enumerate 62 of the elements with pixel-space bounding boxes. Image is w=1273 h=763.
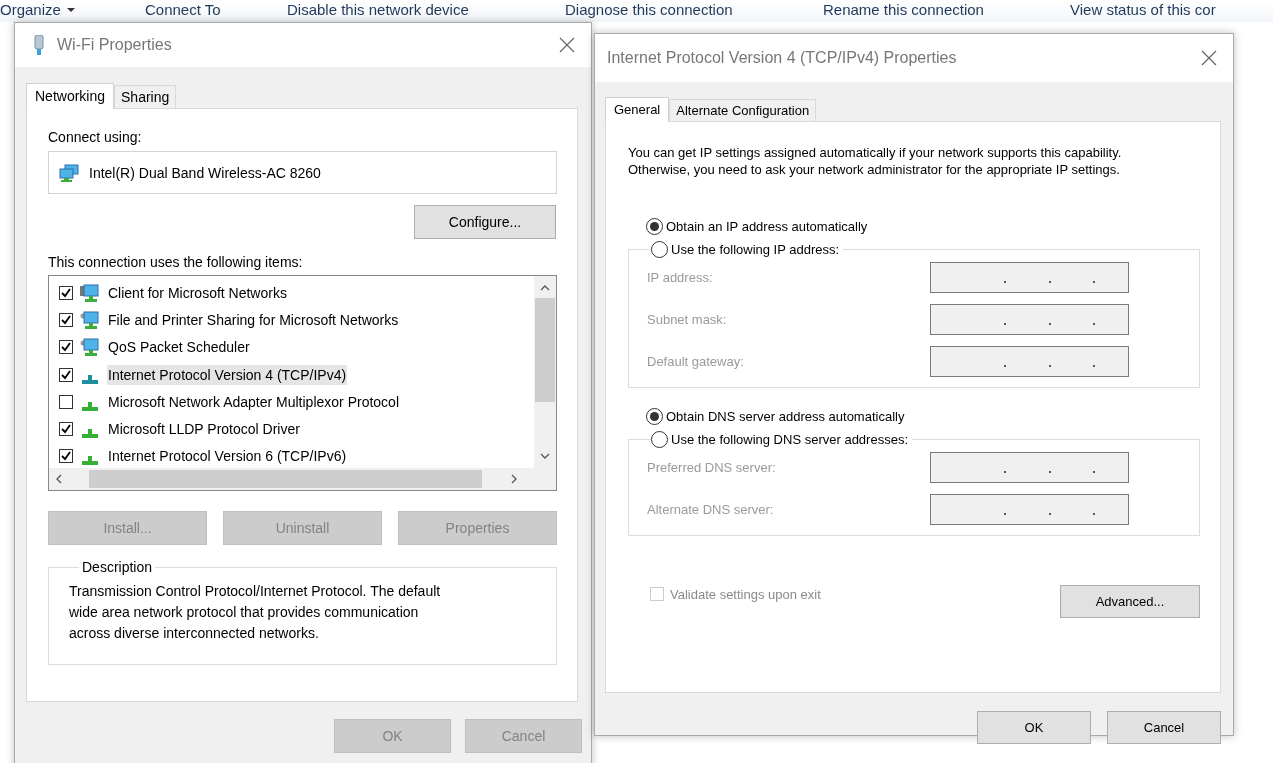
list-item[interactable]: Internet Protocol Version 4 (TCP/IPv4) [107, 364, 348, 385]
toolbar-button[interactable]: Organize [0, 1, 145, 18]
field-label: Preferred DNS server: [647, 460, 776, 475]
tab[interactable]: General [605, 97, 670, 122]
vertical-scrollbar[interactable] [534, 276, 556, 468]
chevron-down-icon [540, 452, 550, 460]
checkbox[interactable] [59, 449, 73, 464]
close-icon[interactable] [559, 37, 575, 53]
toolbar-button[interactable]: View status of this cor [1070, 1, 1216, 18]
field-label: IP address: [647, 270, 713, 285]
field-label: Alternate DNS server: [647, 502, 774, 517]
list-item[interactable]: Microsoft LLDP Protocol Driver [107, 419, 301, 440]
toolbar-button[interactable]: Disable this network device [287, 1, 565, 18]
button[interactable]: Advanced... [1060, 585, 1200, 618]
radio-button[interactable]: Obtain DNS server address automatically [646, 408, 1200, 425]
window-title: Wi-Fi Properties [57, 36, 173, 54]
checkbox[interactable] [59, 285, 73, 300]
list-item[interactable]: QoS Packet Scheduler [107, 337, 251, 358]
button[interactable]: Configure... [414, 205, 556, 239]
protocol-icon [82, 456, 98, 466]
toolbar-button[interactable]: Rename this connection [823, 1, 1070, 18]
checkbox[interactable] [59, 394, 73, 409]
radio-button[interactable]: Obtain an IP address automatically [646, 218, 1200, 235]
chevron-left-icon [55, 474, 63, 484]
tab[interactable]: Alternate Configuration [669, 99, 817, 121]
checkbox[interactable] [59, 422, 73, 437]
intro-text: You can get IP settings assigned automatically if your network supports this capability. Otherwise, you need to ask your network administrator for the appropriate IP settings. [628, 144, 1123, 178]
adapter-name: Intel(R) Dual Band Wireless-AC 8260 [89, 164, 321, 181]
label: This connection uses the following items: [48, 254, 304, 272]
list-item[interactable]: Internet Protocol Version 6 (TCP/IPv6) [107, 446, 348, 467]
button[interactable]: Cancel [1107, 711, 1221, 744]
chevron-up-icon [540, 284, 550, 292]
button[interactable]: OK [977, 711, 1091, 744]
protocol-icon [82, 429, 98, 439]
toolbar-button[interactable]: Diagnose this connection [565, 1, 823, 18]
radio-button[interactable]: Use the following DNS server addresses: [651, 431, 908, 448]
field-label: Subnet mask: [647, 312, 727, 327]
network-computer-icon [80, 283, 100, 302]
description-text: Transmission Control Protocol/Internet Protocol. The default wide area network protocol that provides communication across diverse interconnected networks. [69, 582, 442, 643]
checkbox[interactable] [59, 367, 73, 382]
chevron-right-icon [510, 474, 518, 484]
horizontal-scrollbar[interactable] [49, 468, 556, 490]
list-item[interactable]: Microsoft Network Adapter Multiplexor Protocol [107, 391, 400, 412]
protocol-icon [82, 401, 98, 411]
label: Connect using: [48, 129, 143, 147]
close-icon[interactable] [1201, 50, 1217, 66]
checkbox[interactable] [59, 312, 73, 327]
network-computer-icon [80, 310, 100, 329]
tab[interactable]: Sharing [114, 85, 177, 108]
group-title: Description [81, 559, 154, 575]
radio-button[interactable]: Use the following IP address: [651, 241, 840, 258]
network-computer-icon [80, 338, 100, 357]
network-adapter-icon [59, 163, 79, 182]
field-label: Default gateway: [647, 354, 744, 369]
list-item[interactable]: Client for Microsoft Networks [107, 282, 288, 303]
window-title: Internet Protocol Version 4 (TCP/IPv4) Properties [607, 49, 958, 67]
usb-adapter-icon [31, 35, 47, 55]
tab[interactable]: Networking [26, 83, 115, 109]
list-item[interactable]: File and Printer Sharing for Microsoft Networks [107, 309, 400, 330]
toolbar-button[interactable]: Connect To [145, 1, 287, 18]
checkbox[interactable] [59, 340, 73, 355]
protocol-icon [82, 374, 98, 384]
